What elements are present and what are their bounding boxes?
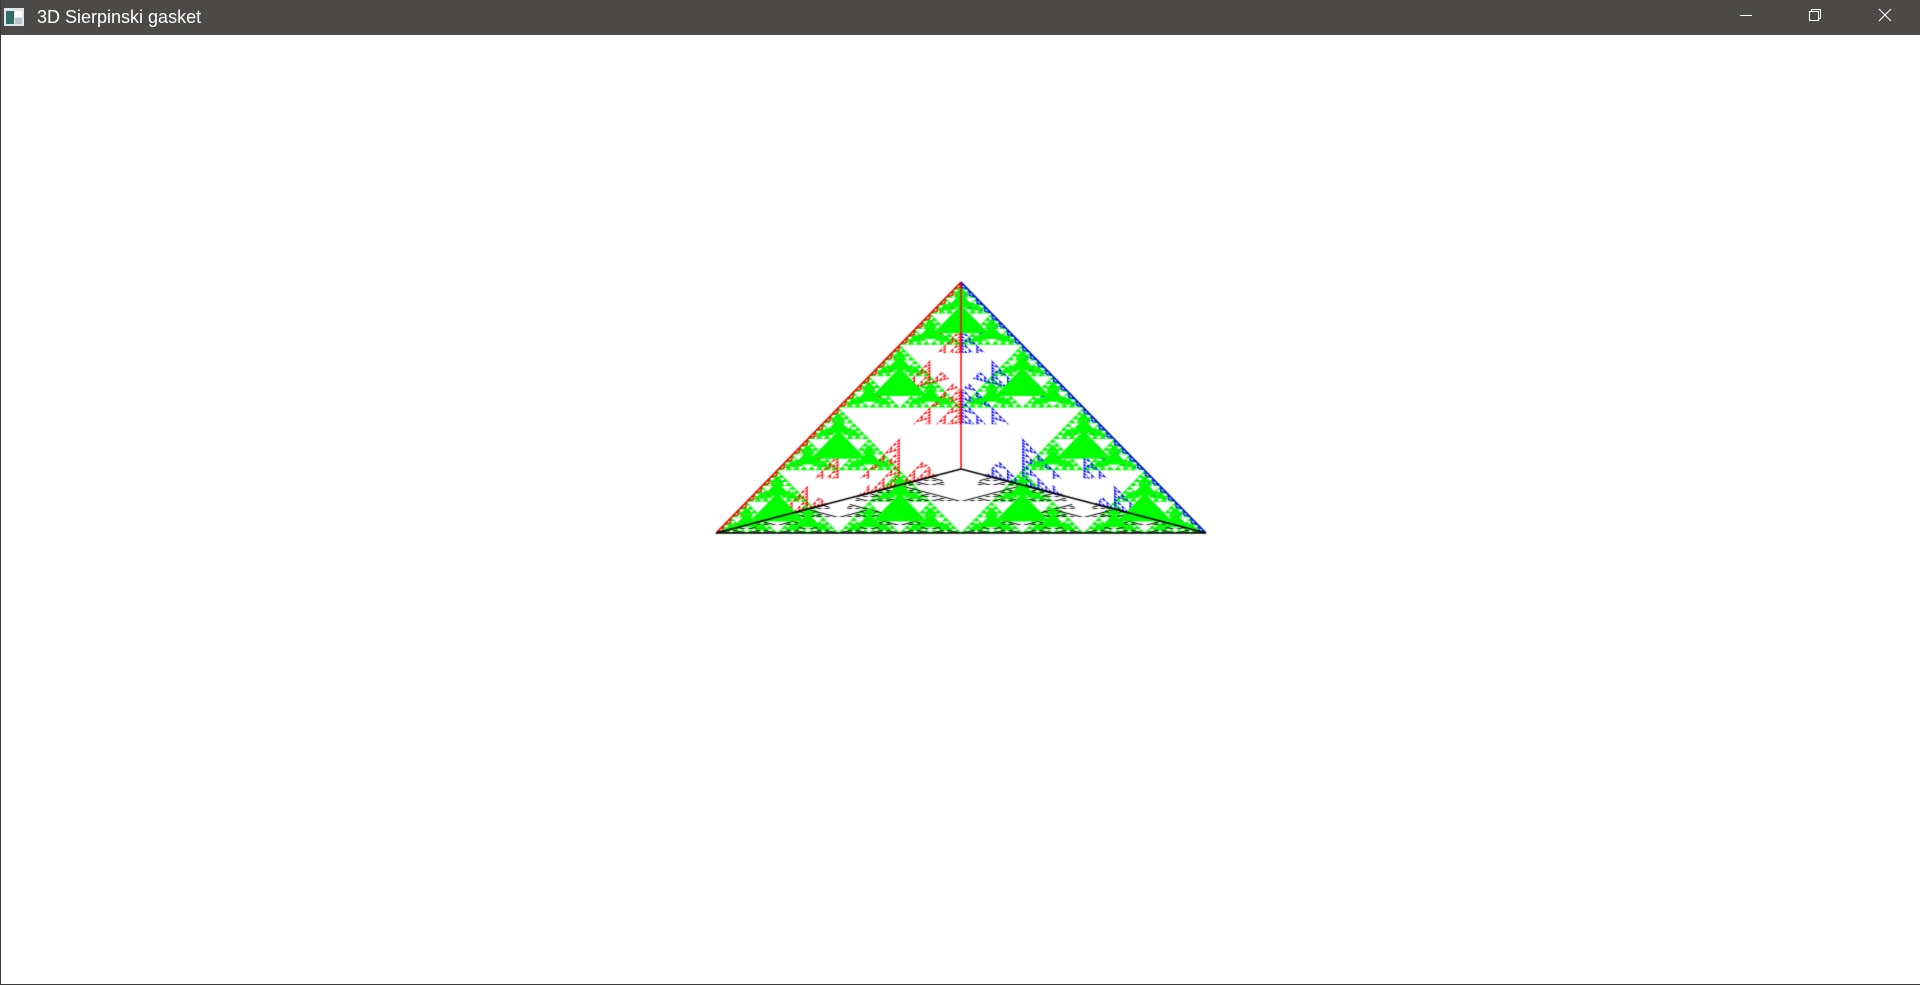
app-window: 3D Sierpinski gasket xyxy=(0,0,1920,985)
close-icon xyxy=(1878,8,1892,27)
title-bar[interactable]: 3D Sierpinski gasket xyxy=(1,0,1920,35)
render-area[interactable] xyxy=(2,35,1920,984)
window-title: 3D Sierpinski gasket xyxy=(37,7,202,27)
minimize-button[interactable] xyxy=(1711,0,1781,35)
close-button[interactable] xyxy=(1850,0,1920,35)
restore-button[interactable] xyxy=(1780,0,1850,35)
minimize-icon xyxy=(1739,8,1753,27)
sierpinski-gasket-canvas[interactable] xyxy=(2,35,1920,984)
restore-icon xyxy=(1808,8,1822,27)
app-window-icon[interactable] xyxy=(4,8,24,26)
